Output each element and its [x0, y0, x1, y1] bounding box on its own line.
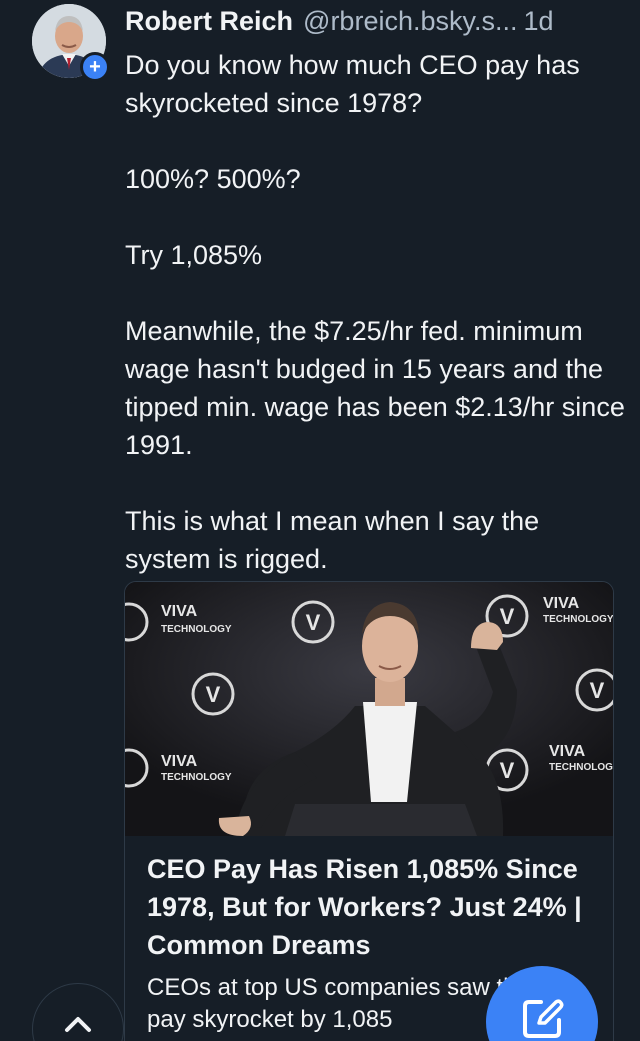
compose-icon [523, 999, 564, 1038]
post-paragraph: Do you know how much CEO pay has skyrock… [125, 50, 580, 118]
backdrop-v-logo: V [590, 678, 605, 703]
backdrop-tech-text: TECHNOLOGY [543, 614, 613, 625]
post-paragraph: Try 1,085% [125, 240, 263, 270]
chevron-up-icon [65, 1017, 91, 1032]
backdrop-v-logo: V [500, 758, 515, 783]
author-handle[interactable]: @rbreich.bsky.s... [303, 6, 517, 37]
link-preview-image[interactable]: V V V V V VIVA VIVA VIVA VIVA TECHNOLOGY… [125, 582, 613, 836]
post-body: Do you know how much CEO pay has skyrock… [125, 46, 625, 578]
post-paragraph: 100%? 500%? [125, 164, 301, 194]
backdrop-tech-text: TECHNOLOGY [161, 772, 232, 783]
backdrop-v-logo: V [306, 610, 321, 635]
backdrop-tech-text: TECHNOLOGY [549, 762, 613, 773]
backdrop-v-logo: V [206, 682, 221, 707]
follow-button[interactable]: + [80, 52, 110, 82]
backdrop-viva-text: VIVA [161, 603, 198, 620]
backdrop-viva-text: VIVA [161, 753, 198, 770]
link-preview-title[interactable]: CEO Pay Has Risen 1,085% Since 1978, But… [147, 850, 587, 964]
post-timestamp[interactable]: 1d [524, 6, 554, 37]
backdrop-tech-text: TECHNOLOGY [161, 624, 232, 635]
post-paragraph: Meanwhile, the $7.25/hr fed. minimum wag… [125, 316, 625, 460]
author-name[interactable]: Robert Reich [125, 6, 293, 37]
backdrop-viva-text: VIVA [543, 595, 580, 612]
scroll-to-top-button[interactable] [32, 983, 124, 1041]
post-header: Robert Reich @rbreich.bsky.s... 1d [125, 6, 625, 42]
feed-post[interactable]: + Robert Reich @rbreich.bsky.s... 1d Do … [0, 0, 640, 1041]
post-paragraph: This is what I mean when I say the syste… [125, 506, 540, 574]
backdrop-v-logo: V [500, 604, 515, 629]
backdrop-viva-text: VIVA [549, 743, 586, 760]
